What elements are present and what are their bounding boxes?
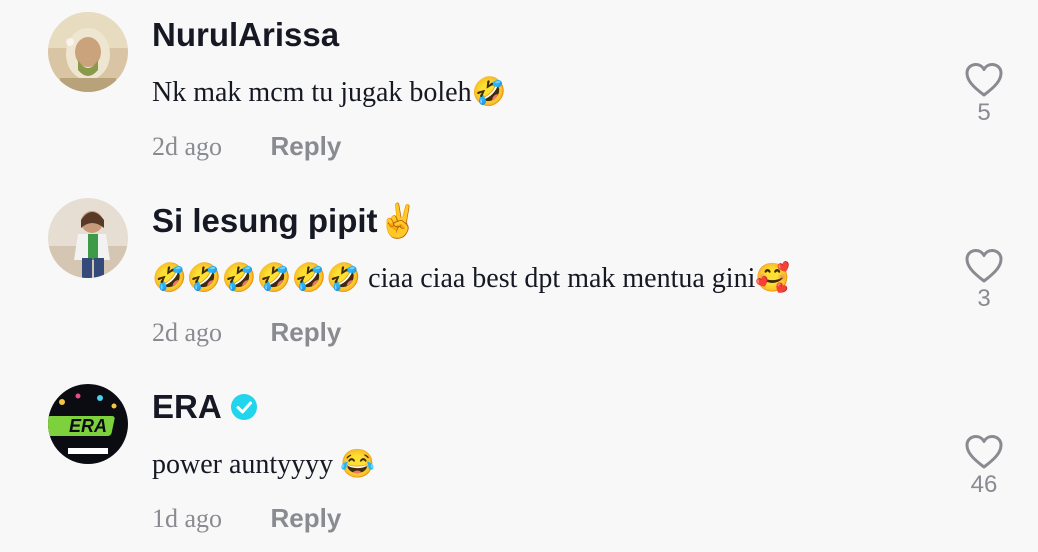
timestamp: 2d ago [152,132,223,161]
heart-icon [965,435,1003,469]
comment-text: Nk mak mcm tu jugak boleh🤣 [152,77,507,108]
username[interactable]: NurulArissa [152,15,339,55]
reply-button[interactable]: Reply [271,503,342,533]
avatar-image [48,12,128,92]
like-count: 5 [977,99,991,126]
like-button[interactable]: 5 [962,62,1006,142]
heart-icon [965,249,1003,283]
avatar[interactable] [48,12,128,92]
timestamp: 1d ago [152,504,223,533]
comment-item: NurulArissa Nk mak mcm tu jugak boleh🤣 2… [0,0,1038,186]
avatar[interactable]: ERA [48,384,128,464]
timestamp: 2d ago [152,318,223,347]
svg-text:ERA: ERA [69,416,107,436]
comment-item: ERA ERA power auntyyyy 😂 1d ago Reply 46 [0,372,1038,552]
like-count: 3 [977,285,991,312]
verified-badge-icon [230,394,257,420]
comment-meta: 1d ago Reply [152,498,341,538]
username-text: ERA [152,388,222,425]
like-count: 46 [970,471,998,498]
comment-text: 🤣🤣🤣🤣🤣🤣 ciaa ciaa best dpt mak mentua gin… [152,263,791,294]
heart-icon [965,63,1003,97]
comment-meta: 2d ago Reply [152,126,341,166]
era-logo-lettering: ERA [69,416,107,436]
reply-button[interactable]: Reply [271,317,342,347]
username[interactable]: ERA [152,387,258,427]
avatar-image: ERA [48,384,128,464]
reply-button[interactable]: Reply [271,131,342,161]
comment-meta: 2d ago Reply [152,312,341,352]
comment-item: Si lesung pipit✌️ 🤣🤣🤣🤣🤣🤣 ciaa ciaa best … [0,186,1038,372]
avatar-image [48,198,128,278]
avatar[interactable] [48,198,128,278]
comment-text: power auntyyyy 😂 [152,449,376,480]
username[interactable]: Si lesung pipit✌️ [152,201,419,241]
like-button[interactable]: 3 [962,248,1006,328]
like-button[interactable]: 46 [962,434,1006,514]
